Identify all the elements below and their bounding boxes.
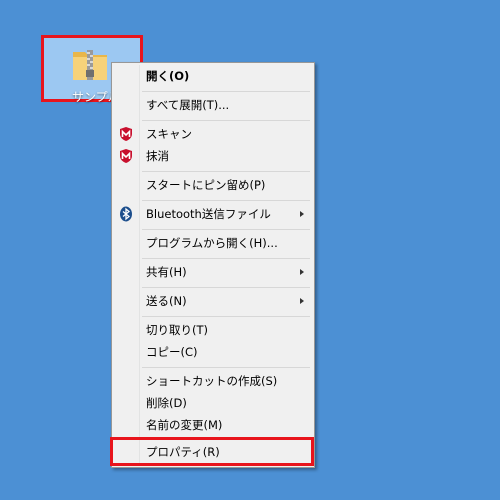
properties-highlight-frame [110, 437, 314, 466]
menu-item-rename[interactable]: 名前の変更(M) [114, 414, 312, 436]
menu-separator [142, 91, 310, 92]
menu-item-label: コピー(C) [146, 345, 198, 359]
context-menu: 開く(O) すべて展開(T)... スキャン 抹消 スタートにピン留め(P) B… [111, 62, 315, 468]
menu-item-label: 切り取り(T) [146, 323, 208, 337]
menu-item-label: 名前の変更(M) [146, 418, 223, 432]
menu-item-open[interactable]: 開く(O) [114, 65, 312, 87]
menu-item-copy[interactable]: コピー(C) [114, 341, 312, 363]
menu-item-label: スタートにピン留め(P) [146, 178, 266, 192]
menu-item-cut[interactable]: 切り取り(T) [114, 319, 312, 341]
menu-separator [142, 367, 310, 368]
menu-item-label: 削除(D) [146, 396, 187, 410]
menu-item-label: ショートカットの作成(S) [146, 374, 278, 388]
submenu-arrow-icon [300, 269, 304, 275]
menu-item-create-shortcut[interactable]: ショートカットの作成(S) [114, 370, 312, 392]
mcafee-shield-icon [120, 149, 132, 163]
menu-item-send-to[interactable]: 送る(N) [114, 290, 312, 312]
menu-item-label: プログラムから開く(H)... [146, 236, 278, 250]
menu-item-label: すべて展開(T)... [146, 98, 230, 112]
menu-item-label: 抹消 [146, 149, 169, 163]
menu-item-pin-to-start[interactable]: スタートにピン留め(P) [114, 174, 312, 196]
menu-item-label: 開く(O) [146, 69, 190, 83]
menu-separator [142, 287, 310, 288]
submenu-arrow-icon [300, 298, 304, 304]
submenu-arrow-icon [300, 211, 304, 217]
bluetooth-icon [120, 206, 132, 222]
menu-item-delete[interactable]: 削除(D) [114, 392, 312, 414]
menu-item-share[interactable]: 共有(H) [114, 261, 312, 283]
menu-separator [142, 229, 310, 230]
menu-item-bluetooth-send[interactable]: Bluetooth送信ファイル [114, 203, 312, 225]
menu-item-scan[interactable]: スキャン [114, 123, 312, 145]
menu-separator [142, 316, 310, 317]
menu-item-label: 共有(H) [146, 265, 187, 279]
menu-separator [142, 258, 310, 259]
menu-item-label: 送る(N) [146, 294, 187, 308]
zip-folder-icon [73, 50, 107, 80]
menu-item-shred[interactable]: 抹消 [114, 145, 312, 167]
menu-separator [142, 120, 310, 121]
menu-item-extract-all[interactable]: すべて展開(T)... [114, 94, 312, 116]
menu-separator [142, 200, 310, 201]
menu-item-label: スキャン [146, 127, 192, 141]
menu-item-open-with[interactable]: プログラムから開く(H)... [114, 232, 312, 254]
menu-separator [142, 171, 310, 172]
menu-item-label: Bluetooth送信ファイル [146, 207, 271, 221]
mcafee-shield-icon [120, 127, 132, 141]
